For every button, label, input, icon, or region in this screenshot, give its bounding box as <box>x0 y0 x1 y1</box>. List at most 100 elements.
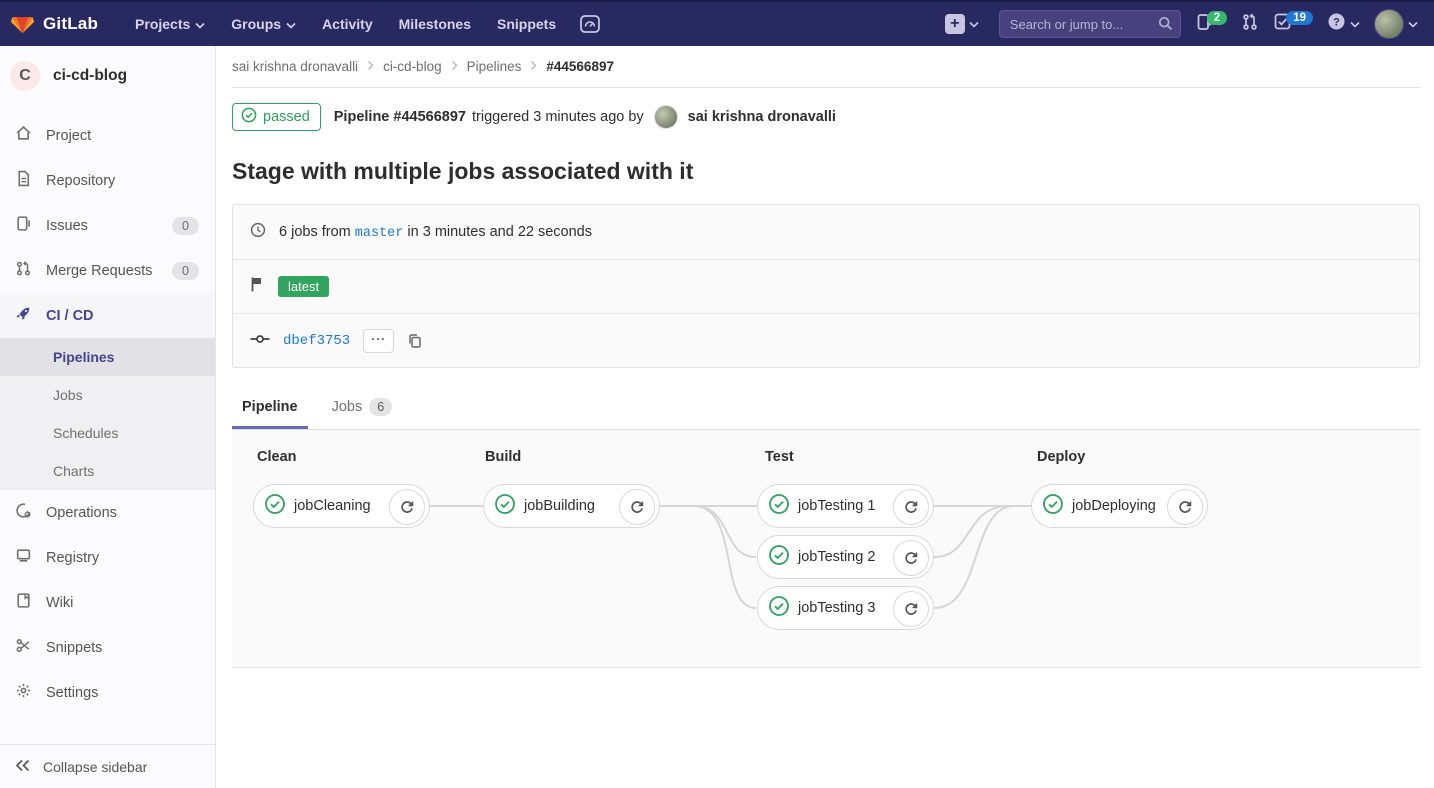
flag-icon <box>250 276 265 298</box>
retry-job-button[interactable] <box>619 489 655 525</box>
latest-badge: latest <box>278 276 329 297</box>
settings-gear-icon <box>15 682 32 703</box>
sidebar-item-snippets[interactable]: Snippets <box>0 625 215 670</box>
issues-shortcut-button[interactable]: 2 <box>1195 12 1227 37</box>
breadcrumb-project[interactable]: ci-cd-blog <box>383 59 442 74</box>
nav-activity[interactable]: Activity <box>311 10 384 38</box>
status-passed-icon <box>768 595 790 622</box>
todos-count-badge: 19 <box>1286 11 1313 25</box>
status-passed-icon <box>1042 493 1064 520</box>
branch-link[interactable]: master <box>355 226 404 241</box>
status-passed-icon <box>241 107 257 127</box>
cicd-section: CI / CD Pipelines Jobs Schedules Charts <box>0 293 215 490</box>
breadcrumb-pipelines[interactable]: Pipelines <box>467 59 522 74</box>
pipeline-graph: Clean Build Test Deploy jobCleaning jobB… <box>232 430 1420 668</box>
issues-icon <box>15 215 32 236</box>
chevron-down-icon <box>286 16 296 32</box>
pipeline-summary-box: 6 jobs from master in 3 minutes and 22 s… <box>232 204 1420 368</box>
job-pill-jobcleaning[interactable]: jobCleaning <box>253 484 430 528</box>
todos-shortcut-button[interactable]: 19 <box>1273 12 1313 36</box>
author-name[interactable]: sai krishna dronavalli <box>688 109 836 125</box>
brand-name: GitLab <box>43 14 98 34</box>
pipeline-status-badge[interactable]: passed <box>232 103 321 131</box>
main-content: sai krishna dronavalli ci-cd-blog Pipeli… <box>216 0 1434 668</box>
nav-projects[interactable]: Projects <box>124 10 216 38</box>
retry-job-button[interactable] <box>389 489 425 525</box>
nav-groups[interactable]: Groups <box>220 10 307 38</box>
sidebar-item-registry[interactable]: Registry <box>0 535 215 580</box>
pipeline-meta: Pipeline #44566897 triggered 3 minutes a… <box>334 105 836 129</box>
breadcrumb-user[interactable]: sai krishna dronavalli <box>232 59 358 74</box>
primary-nav: Projects Groups Activity Milestones Snip… <box>124 10 567 38</box>
sidebar-item-wiki[interactable]: Wiki <box>0 580 215 625</box>
merge-request-icon <box>1241 12 1259 37</box>
sidebar-item-project[interactable]: Project <box>0 113 215 158</box>
gitlab-home-link[interactable]: GitLab <box>10 10 98 39</box>
breadcrumb: sai krishna dronavalli ci-cd-blog Pipeli… <box>232 46 1420 88</box>
tab-pipeline[interactable]: Pipeline <box>232 386 308 429</box>
stage-header-test: Test <box>765 449 794 465</box>
merge-requests-shortcut-button[interactable] <box>1241 12 1259 37</box>
sidebar-item-settings[interactable]: Settings <box>0 670 215 715</box>
project-avatar: C <box>10 61 40 91</box>
merge-requests-count-pill: 0 <box>172 262 199 280</box>
operations-dashboard-icon[interactable] <box>573 10 607 38</box>
status-passed-icon <box>264 493 286 520</box>
sidebar-item-operations[interactable]: Operations <box>0 490 215 535</box>
search-icon[interactable] <box>1158 16 1173 36</box>
merge-request-icon <box>15 260 32 281</box>
sidebar-subitem-schedules[interactable]: Schedules <box>0 414 215 452</box>
chevron-right-icon <box>367 59 374 74</box>
job-pill-jobbuilding[interactable]: jobBuilding <box>483 484 660 528</box>
commit-sha-link[interactable]: dbef3753 <box>283 333 350 349</box>
latest-badge-row: latest <box>233 259 1419 313</box>
collapse-sidebar-button[interactable]: Collapse sidebar <box>0 744 215 788</box>
clock-icon <box>250 222 266 243</box>
status-passed-icon <box>768 544 790 571</box>
chevron-right-icon <box>530 59 537 74</box>
status-passed-icon <box>768 493 790 520</box>
commit-message-toggle-button[interactable]: ··· <box>363 329 394 353</box>
new-menu-button[interactable]: + <box>945 14 979 34</box>
retry-job-button[interactable] <box>893 591 929 627</box>
wiki-book-icon <box>15 592 32 613</box>
pipeline-tabs: Pipeline Jobs 6 <box>232 386 1420 430</box>
sidebar-item-repository[interactable]: Repository <box>0 158 215 203</box>
breadcrumb-pipeline-id: #44566897 <box>546 59 614 74</box>
sidebar-item-merge-requests[interactable]: Merge Requests 0 <box>0 248 215 293</box>
retry-job-button[interactable] <box>1167 489 1203 525</box>
top-navbar: GitLab Projects Groups Activity Mileston… <box>0 0 1434 46</box>
tab-jobs[interactable]: Jobs 6 <box>322 386 403 429</box>
sidebar-subitem-charts[interactable]: Charts <box>0 452 215 490</box>
document-icon <box>15 170 32 191</box>
author-avatar[interactable] <box>654 105 678 129</box>
sidebar-subitem-jobs[interactable]: Jobs <box>0 376 215 414</box>
pipeline-id-label: Pipeline #44566897 <box>334 109 466 125</box>
job-pill-jobtesting-2[interactable]: jobTesting 2 <box>757 535 934 579</box>
job-pill-jobtesting-1[interactable]: jobTesting 1 <box>757 484 934 528</box>
commit-row: dbef3753 ··· <box>233 313 1419 367</box>
help-question-icon: ? <box>1327 12 1346 36</box>
job-pill-jobdeploying[interactable]: jobDeploying <box>1031 484 1208 528</box>
svg-text:?: ? <box>1333 16 1340 28</box>
chevron-down-icon <box>1350 15 1360 33</box>
nav-milestones[interactable]: Milestones <box>388 10 482 38</box>
project-name: ci-cd-blog <box>53 67 127 85</box>
global-search <box>999 10 1181 38</box>
stage-header-deploy: Deploy <box>1037 449 1085 465</box>
nav-snippets[interactable]: Snippets <box>486 10 567 38</box>
chevron-right-icon <box>451 59 458 74</box>
operations-gauge-icon <box>15 502 32 523</box>
sidebar-subitem-pipelines[interactable]: Pipelines <box>0 338 215 376</box>
search-input[interactable] <box>999 10 1181 38</box>
copy-commit-sha-button[interactable] <box>407 333 423 349</box>
job-pill-jobtesting-3[interactable]: jobTesting 3 <box>757 586 934 630</box>
help-menu-button[interactable]: ? <box>1327 12 1360 36</box>
user-menu-button[interactable] <box>1374 9 1418 39</box>
retry-job-button[interactable] <box>893 489 929 525</box>
project-context-header[interactable]: C ci-cd-blog <box>0 46 215 113</box>
pipeline-status-row: passed Pipeline #44566897 triggered 3 mi… <box>232 103 1420 131</box>
sidebar-item-ci-cd[interactable]: CI / CD <box>0 293 215 338</box>
sidebar-item-issues[interactable]: Issues 0 <box>0 203 215 248</box>
retry-job-button[interactable] <box>893 540 929 576</box>
